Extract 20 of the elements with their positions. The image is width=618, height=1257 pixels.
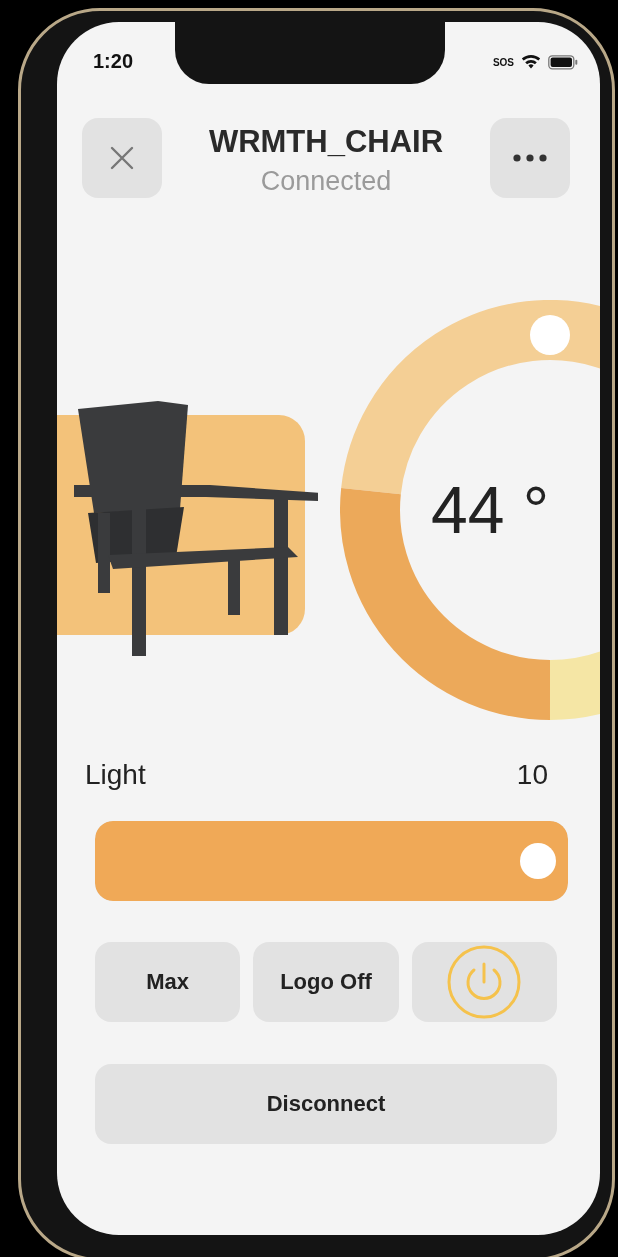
wifi-icon <box>520 54 542 70</box>
more-icon <box>513 154 547 162</box>
device-title: WRMTH_CHAIR <box>208 123 444 160</box>
close-icon <box>109 145 135 171</box>
mode-button[interactable]: Max <box>95 942 241 1022</box>
battery-icon <box>548 54 578 70</box>
temperature-reading: 44 ° <box>430 472 550 548</box>
power-icon <box>446 944 523 1020</box>
close-button[interactable] <box>82 118 162 198</box>
light-slider[interactable] <box>95 821 568 901</box>
connection-status: Connected <box>259 165 393 197</box>
power-button[interactable] <box>411 942 557 1022</box>
light-value: 10 <box>516 759 548 791</box>
more-button[interactable] <box>490 118 570 198</box>
sos-label: SOS <box>492 56 514 68</box>
status-time: 1:20 <box>93 49 134 73</box>
light-label: Light <box>85 759 146 791</box>
mode-button[interactable]: Logo Off <box>253 942 399 1022</box>
disconnect-button[interactable]: Disconnect <box>95 1064 557 1144</box>
slider-thumb[interactable] <box>520 843 556 879</box>
